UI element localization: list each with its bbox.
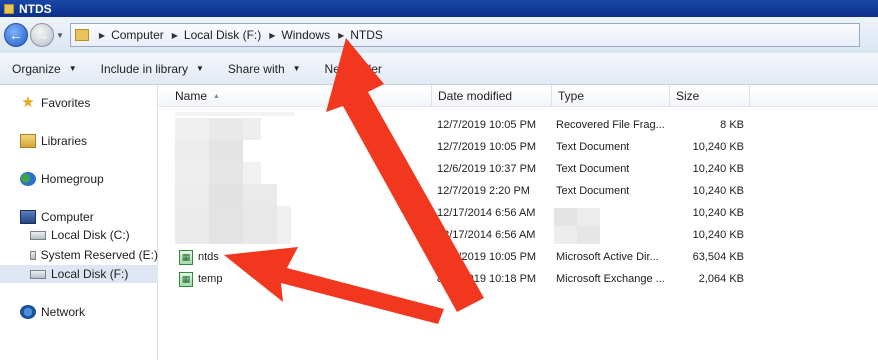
- file-date: 12/6/2019 10:37 PM: [437, 163, 537, 175]
- homegroup-icon: [20, 172, 36, 186]
- breadcrumb-ntds[interactable]: ▶ NTDS: [338, 28, 383, 42]
- file-date: 12/7/2019 2:20 PM: [437, 185, 530, 197]
- redacted-file-names: [175, 112, 295, 244]
- organize-menu[interactable]: Organize ▼: [0, 62, 89, 76]
- file-type: Recovered File Frag...: [556, 119, 665, 131]
- nav-libraries[interactable]: Libraries: [0, 132, 158, 150]
- db-file-icon: ▦: [179, 271, 193, 287]
- file-name: ▦ temp: [179, 268, 222, 290]
- file-date: 8/1_/2019 10:18 PM: [437, 273, 537, 285]
- command-toolbar: Organize ▼ Include in library ▼ Share with…: [0, 53, 878, 85]
- file-row-ntds[interactable]: ▦ ntds 12/7/2019 10:05 PM Microsoft Activ…: [159, 246, 878, 268]
- file-date: 12/17/2014 6:56 AM: [437, 229, 536, 241]
- include-in-library-menu[interactable]: Include in library ▼: [89, 62, 216, 76]
- nav-computer[interactable]: Computer: [0, 208, 158, 226]
- nav-homegroup[interactable]: Homegroup: [0, 170, 158, 188]
- column-size-header[interactable]: Size: [670, 85, 750, 107]
- file-date: 12/17/2014 6:56 AM: [437, 207, 536, 219]
- column-date-header[interactable]: Date modified: [432, 85, 552, 107]
- navigation-pane: ★ Favorites Libraries Homegroup Computer …: [0, 85, 158, 360]
- disk-icon: [30, 250, 36, 260]
- file-size: 10,240 KB: [692, 185, 744, 197]
- address-box[interactable]: ▶ Computer ▶ Local Disk (F:) ▶ Windows ▶ NTD…: [69, 23, 860, 47]
- file-size: 10,240 KB: [692, 229, 744, 241]
- file-size: 63,504 KB: [692, 251, 744, 263]
- new-folder-button[interactable]: New folder: [313, 62, 394, 76]
- file-type: Microsoft Exchange ...: [556, 273, 665, 285]
- library-icon: [20, 134, 36, 148]
- file-row-temp[interactable]: ▦ temp 8/1_/2019 10:18 PM Microsoft Excha…: [159, 268, 878, 290]
- file-date: 12/7/2019 10:05 PM: [437, 141, 537, 153]
- window-title: NTDS: [19, 1, 52, 16]
- disk-icon: [30, 230, 46, 240]
- chevron-down-icon: ▼: [196, 64, 204, 73]
- disk-icon: [30, 269, 46, 279]
- chevron-down-icon: ▼: [292, 64, 301, 73]
- back-arrow-icon[interactable]: ←: [4, 23, 28, 47]
- file-size: 8 KB: [720, 119, 744, 131]
- breadcrumb-computer[interactable]: ▶ Computer: [99, 28, 164, 42]
- sort-ascending-icon: ▲: [213, 92, 220, 100]
- history-dropdown-icon[interactable]: ▼: [56, 31, 64, 40]
- column-header: Name ▲ Date modified Type Size: [159, 85, 878, 107]
- redacted-file-type: [554, 208, 600, 244]
- file-type: Microsoft Active Dir...: [556, 251, 659, 263]
- file-size: 10,240 KB: [692, 141, 744, 153]
- file-size: 10,240 KB: [692, 163, 744, 175]
- db-file-icon: ▦: [179, 249, 193, 265]
- file-size: 2,064 KB: [698, 273, 744, 285]
- file-name: ▦ ntds: [179, 246, 219, 268]
- file-type: Text Document: [556, 163, 630, 175]
- forward-arrow-icon[interactable]: →: [30, 23, 54, 47]
- computer-icon: [20, 210, 36, 224]
- file-size: 10,240 KB: [692, 207, 744, 219]
- star-icon: ★: [21, 94, 35, 111]
- folder-icon: [74, 29, 89, 41]
- network-icon: [20, 305, 36, 319]
- nav-local-disk-f[interactable]: Local Disk (F:): [0, 265, 158, 283]
- column-type-header[interactable]: Type: [552, 85, 670, 107]
- breadcrumb-windows[interactable]: ▶ Windows: [269, 28, 330, 42]
- title-bar: NTDS: [0, 0, 878, 17]
- share-with-menu[interactable]: Share with ▼: [216, 62, 313, 76]
- file-type: Text Document: [556, 141, 630, 153]
- file-date: 12/7/2019 10:05 PM: [437, 251, 537, 263]
- nav-system-reserved-e[interactable]: System Reserved (E:): [0, 246, 158, 264]
- address-bar-row: ← → ▼ ▶ Computer ▶ Local Disk (F:) ▶ Window…: [0, 17, 878, 53]
- breadcrumb-local-disk-f[interactable]: ▶ Local Disk (F:): [172, 28, 262, 42]
- file-type: Text Document: [556, 185, 630, 197]
- nav-local-disk-c[interactable]: Local Disk (C:): [0, 226, 158, 244]
- chevron-down-icon: ▼: [68, 64, 77, 73]
- nav-network[interactable]: Network: [0, 303, 158, 321]
- file-date: 12/7/2019 10:05 PM: [437, 119, 537, 131]
- column-name-header[interactable]: Name ▲: [169, 85, 432, 107]
- folder-icon: [4, 3, 14, 14]
- nav-favorites[interactable]: ★ Favorites: [0, 94, 158, 112]
